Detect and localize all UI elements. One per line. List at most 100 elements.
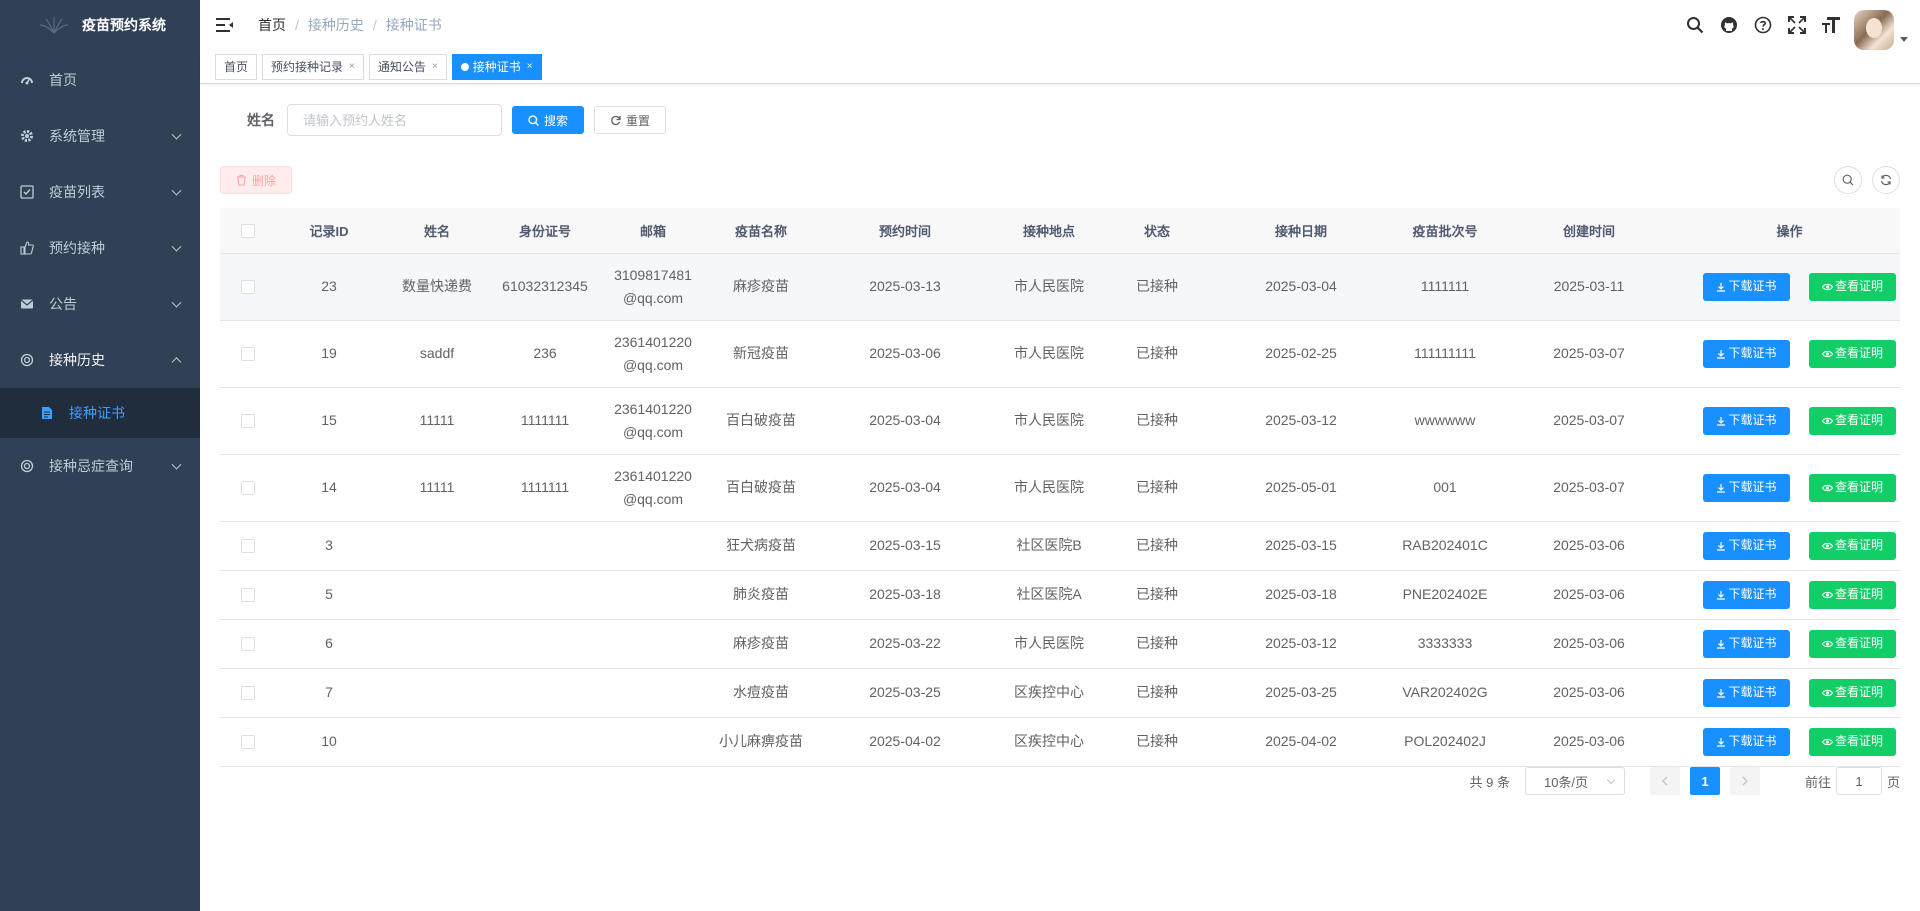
toggle-search-button[interactable] [1834,166,1862,194]
sidebar-item-certificate[interactable]: 接种证书 [0,388,200,438]
column-header: 记录ID [275,208,383,254]
view-certificate-button[interactable]: 查看证明 [1809,531,1896,560]
page-size-select[interactable]: 10条/页 [1524,767,1625,795]
download-certificate-button[interactable]: 下载证书 [1703,580,1790,609]
refresh-button[interactable] [1872,166,1900,194]
select-all-checkbox[interactable] [240,224,255,239]
cell-id: 3 [275,521,383,571]
close-icon[interactable]: × [432,55,438,79]
select-cell [220,668,275,718]
breadcrumb-separator: / [295,17,299,33]
eye-icon [1821,639,1833,649]
download-certificate-button[interactable]: 下载证书 [1703,727,1790,756]
view-certificate-button[interactable]: 查看证明 [1809,580,1896,609]
breadcrumb-home[interactable]: 首页 [258,15,286,35]
sidebar-item-label: 接种历史 [49,352,105,368]
sidebar-item-appointment[interactable]: 预约接种 [0,220,200,276]
select-cell [220,387,275,455]
download-label: 下载证书 [1728,685,1777,699]
gear-icon [20,129,34,143]
name-search-input[interactable] [287,104,502,136]
font-size-icon[interactable] [1814,0,1848,50]
cell-place: 市人民医院 [995,387,1103,455]
sidebar-item-home[interactable]: 首页 [0,52,200,108]
refresh-icon [610,115,621,126]
download-certificate-button[interactable]: 下载证书 [1703,678,1790,707]
sidebar-item-contraindication[interactable]: 接种忌症查询 [0,438,200,494]
row-checkbox[interactable] [240,414,255,429]
view-certificate-button[interactable]: 查看证明 [1809,678,1896,707]
view-certificate-button[interactable]: 查看证明 [1809,272,1896,301]
avatar[interactable] [1854,10,1894,50]
sidebar-item-system[interactable]: 系统管理 [0,108,200,164]
download-icon [1716,590,1726,600]
download-certificate-button[interactable]: 下载证书 [1703,406,1790,435]
goto-page-input[interactable] [1835,767,1882,795]
view-certificate-button[interactable]: 查看证明 [1809,339,1896,368]
table-row: 5 肺炎疫苗 2025-03-18 社区医院A 已接种 2025-03-18 PNE2024… [220,570,1900,620]
view-label: 查看证明 [1834,587,1883,601]
query-icon [20,459,34,473]
download-certificate-button[interactable]: 下载证书 [1703,339,1790,368]
row-checkbox[interactable] [240,347,255,362]
cell-batch: PNE202402E [1391,570,1499,620]
tag-certificate[interactable]: 接种证书 × [451,53,542,80]
view-label: 查看证明 [1834,538,1883,552]
view-certificate-button[interactable]: 查看证明 [1809,473,1896,502]
tag-appointment-record[interactable]: 预约接种记录 × [262,53,364,80]
close-icon[interactable]: × [527,55,533,79]
sidebar-item-notice[interactable]: 公告 [0,276,200,332]
delete-button[interactable]: 删除 [220,166,293,194]
download-certificate-button[interactable]: 下载证书 [1703,531,1790,560]
download-certificate-button[interactable]: 下载证书 [1703,272,1790,301]
prev-page-button[interactable] [1649,767,1680,795]
search-button[interactable]: 搜索 [512,106,585,134]
cell-idcard: 1111111 [491,387,599,455]
download-icon [1716,483,1726,493]
row-checkbox[interactable] [240,735,255,750]
row-checkbox[interactable] [240,637,255,652]
submenu-history: 接种证书 [0,388,200,438]
tag-home[interactable]: 首页 [215,53,258,80]
cell-batch: wwwwww [1391,387,1499,455]
download-label: 下载证书 [1728,636,1777,650]
row-checkbox[interactable] [240,588,255,603]
page-number[interactable]: 1 [1689,767,1720,795]
help-icon[interactable] [1746,0,1780,50]
avatar-dropdown[interactable] [1854,0,1908,50]
row-checkbox[interactable] [240,686,255,701]
view-certificate-button[interactable]: 查看证明 [1809,406,1896,435]
cell-date: 2025-03-04 [1211,253,1391,321]
github-icon[interactable] [1712,0,1746,50]
chevron-down-icon [171,185,182,196]
row-checkbox[interactable] [240,280,255,295]
download-certificate-button[interactable]: 下载证书 [1703,629,1790,658]
row-checkbox[interactable] [240,481,255,496]
tag-notice[interactable]: 通知公告 × [368,53,447,80]
cell-created: 2025-03-06 [1499,570,1679,620]
email-line: @qq.com [622,490,684,507]
email-cell: 3109817481 @qq.com [599,253,707,321]
cell-appt: 2025-03-25 [815,668,995,718]
operations-cell: 下载证书 查看证明 [1679,253,1900,321]
next-page-button[interactable] [1729,767,1760,795]
search-icon[interactable] [1678,0,1712,50]
chevron-down-icon [171,459,182,470]
download-certificate-button[interactable]: 下载证书 [1703,473,1790,502]
download-icon [1716,737,1726,747]
download-label: 下载证书 [1728,279,1777,293]
logo[interactable]: 疫苗预约系统 [0,0,200,50]
email-cell [599,668,707,718]
reset-button[interactable]: 重置 [594,106,667,134]
view-label: 查看证明 [1834,734,1883,748]
row-checkbox[interactable] [240,539,255,554]
fullscreen-icon[interactable] [1780,0,1814,50]
view-certificate-button[interactable]: 查看证明 [1809,629,1896,658]
close-icon[interactable]: × [349,55,355,79]
hamburger-button[interactable] [200,0,250,50]
cell-appt: 2025-03-22 [815,619,995,669]
sidebar-item-vaccines[interactable]: 疫苗列表 [0,164,200,220]
sidebar-item-history[interactable]: 接种历史 [0,332,200,388]
view-certificate-button[interactable]: 查看证明 [1809,727,1896,756]
sidebar-item-label: 系统管理 [49,128,105,144]
